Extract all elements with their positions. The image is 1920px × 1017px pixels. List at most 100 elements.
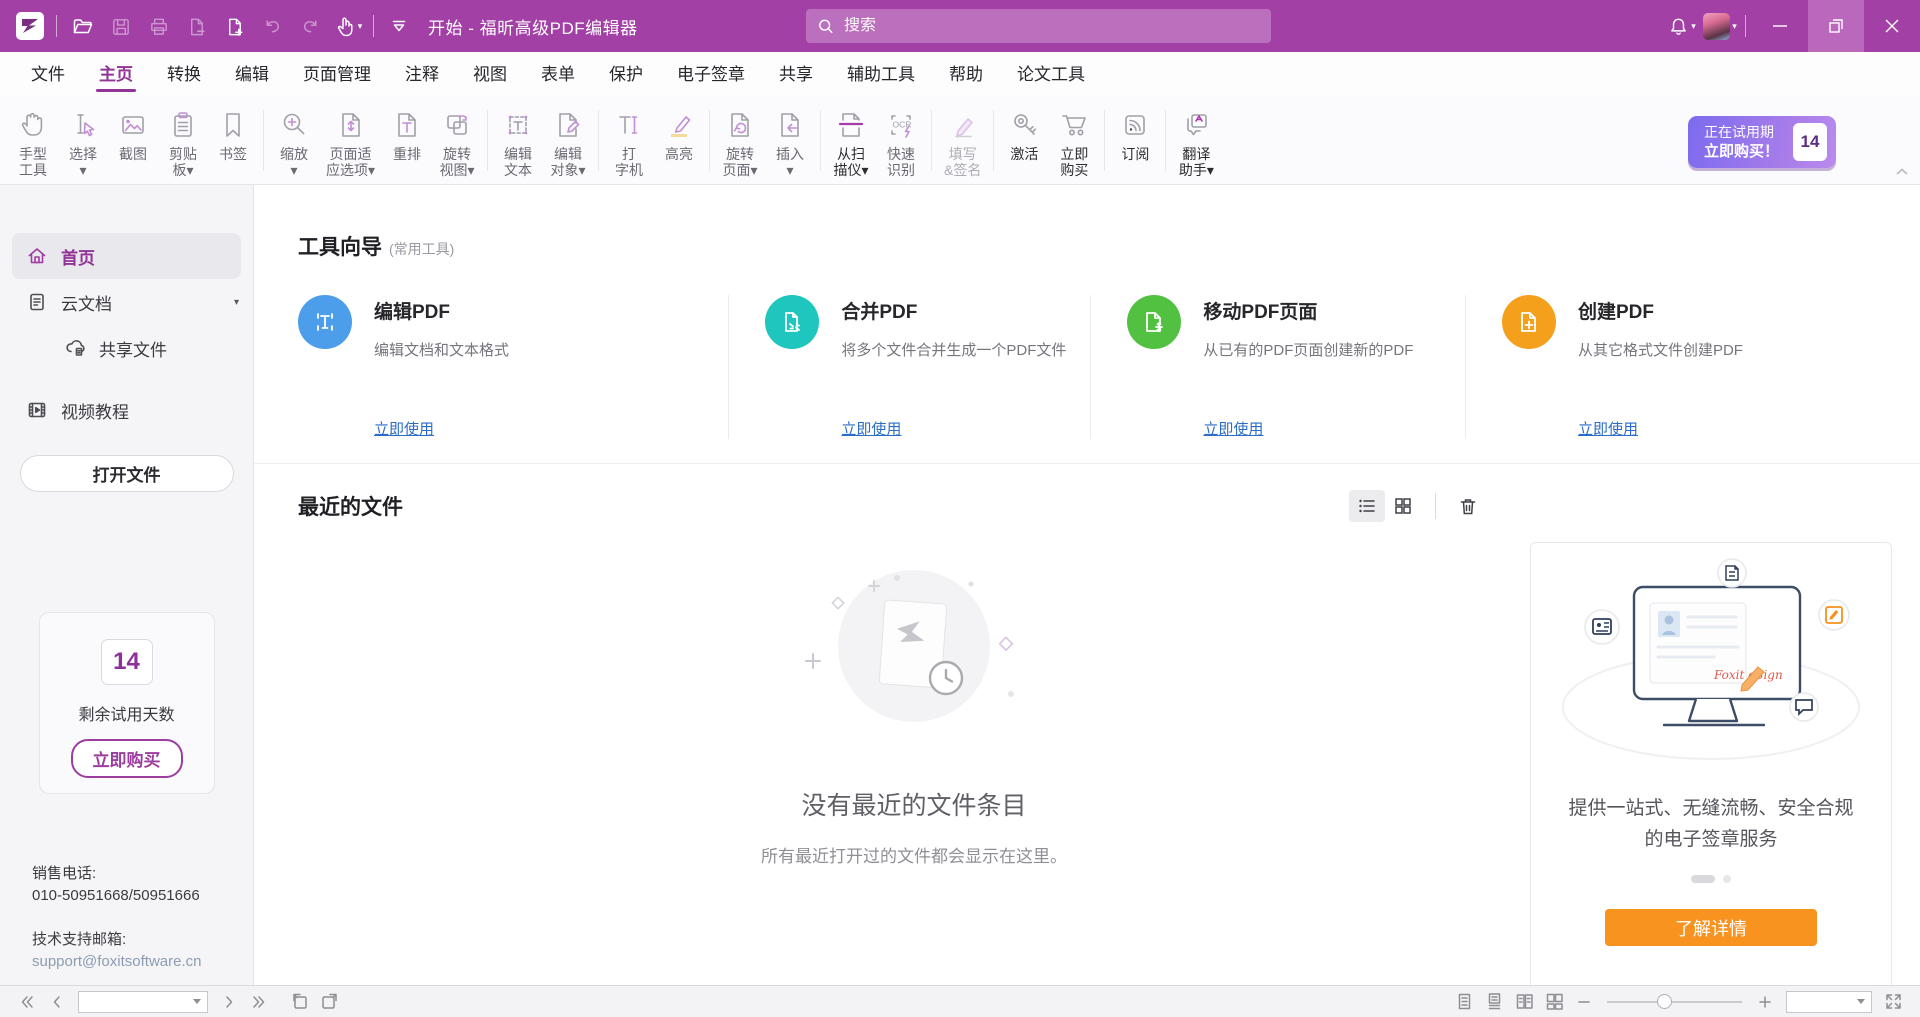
subscribe-button[interactable]: 订阅	[1110, 102, 1160, 181]
recent-files-title: 最近的文件	[298, 491, 403, 521]
from-scanner-button[interactable]: 从扫 描仪▾	[826, 102, 876, 181]
collapse-quickbar-icon[interactable]	[380, 8, 418, 44]
translate-assistant-button[interactable]: 翻译 助手▾	[1171, 102, 1221, 181]
menu-file[interactable]: 文件	[14, 50, 82, 97]
card-edit-pdf[interactable]: 编辑PDF 编辑文档和文本格式 立即使用	[298, 295, 728, 439]
quick-ocr-button[interactable]: OCR 快速 识别	[876, 102, 926, 181]
reflow-label: 重排	[393, 146, 421, 162]
sidebar-item-home[interactable]: 首页	[12, 233, 241, 279]
bookmark-icon	[215, 104, 251, 146]
activate-button[interactable]: 激活	[999, 102, 1049, 181]
menu-comment[interactable]: 注释	[388, 50, 456, 97]
account-button[interactable]: ▾	[1701, 8, 1739, 44]
ribbon-separator	[598, 110, 599, 171]
bookmark-label: 书签	[219, 146, 247, 162]
reflow-button[interactable]: 重排	[382, 102, 432, 181]
trial-days-remaining: 14	[101, 639, 153, 685]
clear-recent-button[interactable]	[1450, 490, 1486, 522]
ribbon-collapse-button[interactable]	[1892, 164, 1912, 180]
carousel-dots[interactable]	[1691, 875, 1731, 883]
zoom-in-button[interactable]	[1750, 989, 1780, 1015]
bookmark-button[interactable]: 书签	[208, 102, 258, 181]
rotate-view-button[interactable]: 旋转 视图▾	[432, 102, 482, 181]
menu-protect[interactable]: 保护	[592, 50, 660, 97]
restore-button[interactable]	[1808, 0, 1864, 52]
single-page-view-button[interactable]	[1449, 989, 1479, 1015]
notifications-bell-icon[interactable]: ▾	[1663, 8, 1701, 44]
facing-continuous-icon	[1545, 992, 1564, 1011]
page-fit-button[interactable]: 页面适 应选项▾	[319, 102, 382, 181]
menu-esign[interactable]: 电子签章	[660, 50, 762, 97]
edit-text-button[interactable]: 编辑 文本	[493, 102, 543, 181]
menu-help[interactable]: 帮助	[932, 50, 1000, 97]
tools-guide-subtitle: (常用工具)	[389, 239, 454, 259]
new-page-icon[interactable]	[215, 8, 253, 44]
carousel-dot-active[interactable]	[1691, 875, 1715, 883]
close-button[interactable]	[1864, 0, 1920, 52]
minimize-button[interactable]	[1752, 0, 1808, 52]
menu-paper-tools[interactable]: 论文工具	[1000, 50, 1102, 97]
next-page-button[interactable]	[214, 989, 244, 1015]
zoom-slider-thumb[interactable]	[1657, 994, 1672, 1009]
zoom-button[interactable]: 缩放 ▾	[269, 102, 319, 181]
sidebar-item-cloud-docs[interactable]: 云文档 ▾	[0, 279, 253, 325]
card-desc: 从已有的PDF页面创建新的PDF	[1203, 339, 1413, 360]
menu-convert[interactable]: 转换	[150, 50, 218, 97]
carousel-dot[interactable]	[1723, 875, 1731, 883]
typewriter-button[interactable]: 打 字机	[604, 102, 654, 181]
open-file-button[interactable]: 打开文件	[20, 455, 234, 492]
menu-home[interactable]: 主页	[82, 50, 150, 97]
reflow-icon	[389, 104, 425, 146]
fullscreen-button[interactable]	[1878, 989, 1908, 1015]
grid-view-button[interactable]	[1385, 490, 1421, 522]
menu-edit[interactable]: 编辑	[218, 50, 286, 97]
sidebar-item-shared-files[interactable]: 共享文件	[0, 325, 253, 371]
facing-view-button[interactable]	[1509, 989, 1539, 1015]
buy-now-button[interactable]: 立即 购买	[1049, 102, 1099, 181]
next-view-button[interactable]	[314, 989, 344, 1015]
search-input[interactable]	[844, 17, 1259, 35]
snapshot-button[interactable]: 截图	[108, 102, 158, 181]
use-now-link[interactable]: 立即使用	[841, 418, 901, 439]
hand-tool-button[interactable]: 手型 工具	[8, 102, 58, 181]
search-box[interactable]	[806, 9, 1271, 43]
first-page-button[interactable]	[12, 989, 42, 1015]
learn-more-button[interactable]: 了解详情	[1605, 909, 1817, 946]
insert-pages-button[interactable]: 插入 ▾	[765, 102, 815, 181]
trial-badge-button[interactable]: 正在试用期 立即购买！ 14	[1688, 116, 1836, 168]
previous-view-button[interactable]	[284, 989, 314, 1015]
select-button[interactable]: 选择 ▾	[58, 102, 108, 181]
use-now-link[interactable]: 立即使用	[374, 418, 434, 439]
menu-page-manage[interactable]: 页面管理	[286, 50, 388, 97]
buy-now-pill-button[interactable]: 立即购买	[71, 739, 183, 778]
zoom-level-combobox[interactable]	[1786, 991, 1872, 1013]
facing-continuous-view-button[interactable]	[1539, 989, 1569, 1015]
menu-view[interactable]: 视图	[456, 50, 524, 97]
card-merge-pdf[interactable]: 合并PDF 将多个文件合并生成一个PDF文件 立即使用	[728, 295, 1090, 439]
page-number-combobox[interactable]	[78, 991, 208, 1013]
use-now-link[interactable]: 立即使用	[1203, 418, 1263, 439]
support-email-link[interactable]: support@foxitsoftware.cn	[32, 951, 253, 973]
card-create-pdf[interactable]: 创建PDF 从其它格式文件创建PDF 立即使用	[1465, 295, 1892, 439]
hand-icon	[15, 104, 51, 146]
clipboard-button[interactable]: 剪贴 板▾	[158, 102, 208, 181]
use-now-link[interactable]: 立即使用	[1578, 418, 1638, 439]
sidebar-item-video-tutorials[interactable]: 视频教程	[0, 387, 253, 433]
card-move-pdf-pages[interactable]: 移动PDF页面 从已有的PDF页面创建新的PDF 立即使用	[1090, 295, 1465, 439]
open-file-icon[interactable]	[63, 8, 101, 44]
edit-object-button[interactable]: 编辑 对象▾	[543, 102, 593, 181]
list-view-button[interactable]	[1349, 490, 1385, 522]
menu-form[interactable]: 表单	[524, 50, 592, 97]
prev-page-button[interactable]	[42, 989, 72, 1015]
support-email-label: 技术支持邮箱:	[32, 929, 253, 951]
zoom-slider[interactable]	[1607, 1001, 1742, 1003]
rotate-pages-button[interactable]: 旋转 页面▾	[715, 102, 765, 181]
cloud-docs-caret-icon[interactable]: ▾	[234, 297, 239, 308]
menu-accessibility[interactable]: 辅助工具	[830, 50, 932, 97]
zoom-out-button[interactable]	[1569, 989, 1599, 1015]
highlight-button[interactable]: 高亮	[654, 102, 704, 181]
hand-pointer-icon[interactable]: ▾	[329, 8, 367, 44]
continuous-view-button[interactable]	[1479, 989, 1509, 1015]
menu-share[interactable]: 共享	[762, 50, 830, 97]
last-page-button[interactable]	[244, 989, 274, 1015]
